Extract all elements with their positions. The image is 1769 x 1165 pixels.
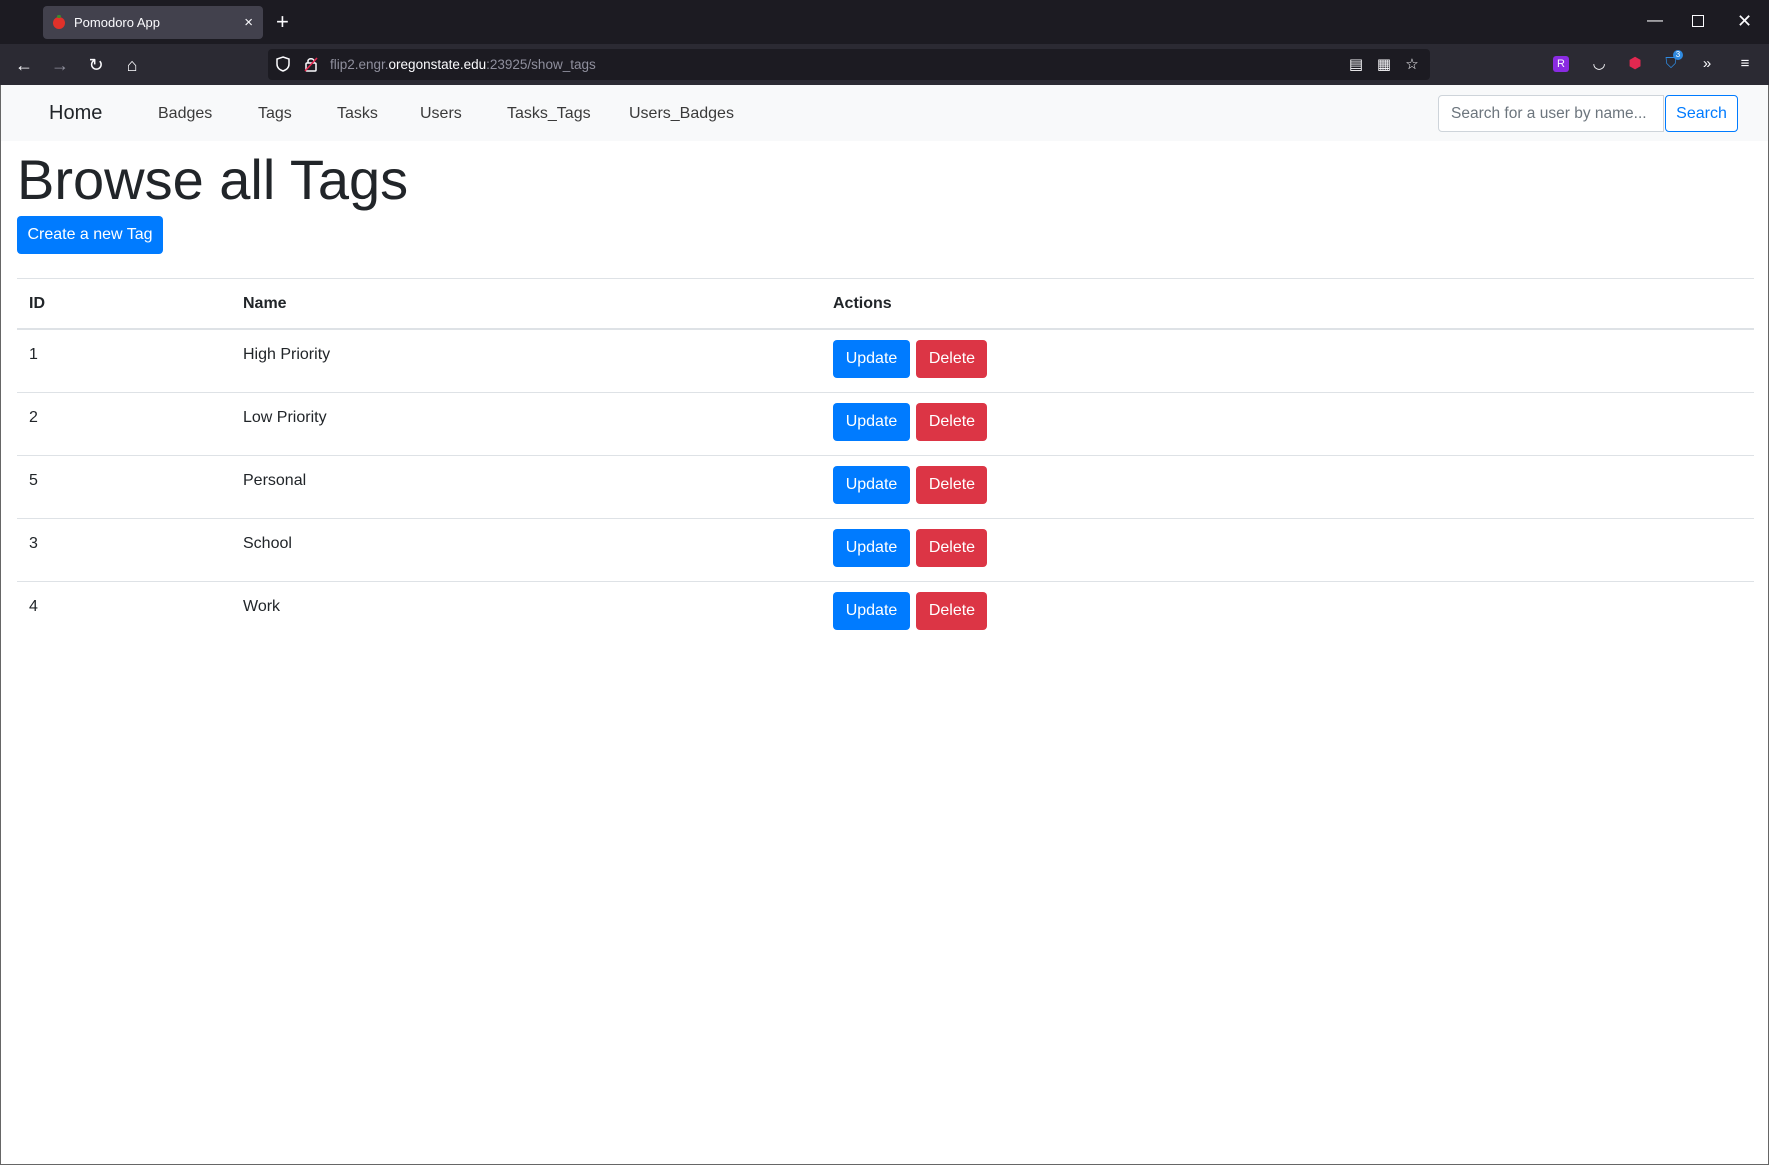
reload-icon[interactable]: ↻	[84, 53, 108, 77]
nav-link-users[interactable]: Users	[420, 105, 462, 123]
nav-link-tasks-tags[interactable]: Tasks_Tags	[507, 105, 591, 123]
nav-link-tasks[interactable]: Tasks	[337, 105, 378, 123]
reader-view-icon[interactable]: ▤	[1347, 56, 1365, 74]
tag-id: 5	[29, 472, 38, 489]
user-search-input[interactable]	[1438, 95, 1664, 132]
column-header-actions: Actions	[821, 278, 1754, 330]
tag-name: Personal	[243, 472, 307, 489]
maximize-window-button[interactable]	[1692, 10, 1704, 34]
nav-link-tags[interactable]: Tags	[258, 105, 292, 123]
extension-r-icon[interactable]: R	[1553, 56, 1569, 72]
tab-close-icon[interactable]: ×	[244, 14, 253, 31]
nav-link-badges[interactable]: Badges	[158, 105, 212, 123]
tag-id: 3	[29, 535, 38, 552]
page-title: Browse all Tags	[17, 148, 409, 211]
column-header-id: ID	[17, 278, 231, 330]
create-tag-button[interactable]: Create a new Tag	[17, 216, 163, 254]
tag-id: 2	[29, 409, 38, 426]
browser-tab[interactable]: Pomodoro App ×	[43, 6, 263, 39]
delete-tag-button[interactable]: Delete	[916, 592, 988, 630]
close-window-button[interactable]: ✕	[1737, 10, 1752, 32]
nav-home-link[interactable]: Home	[49, 102, 102, 125]
table-row: 4 Work Update Delete	[17, 581, 1754, 644]
tag-id: 4	[29, 598, 38, 615]
insecure-lock-icon[interactable]	[304, 56, 318, 72]
new-tab-button[interactable]: +	[276, 8, 289, 36]
delete-tag-button[interactable]: Delete	[916, 466, 988, 504]
home-icon[interactable]: ⌂	[120, 53, 144, 77]
table-row: 3 School Update Delete	[17, 518, 1754, 582]
update-tag-button[interactable]: Update	[833, 340, 910, 378]
bookmark-star-icon[interactable]: ☆	[1403, 56, 1421, 74]
browser-titlebar: Pomodoro App × + — ✕	[0, 0, 1769, 44]
extension-badge-count: 3	[1673, 50, 1683, 60]
column-header-name: Name	[231, 278, 821, 330]
more-tools-chevron-icon[interactable]: »	[1697, 54, 1717, 74]
pocket-icon[interactable]: ◡	[1589, 54, 1609, 74]
update-tag-button[interactable]: Update	[833, 466, 910, 504]
update-tag-button[interactable]: Update	[833, 403, 910, 441]
table-row: 5 Personal Update Delete	[17, 455, 1754, 519]
hamburger-menu-icon[interactable]: ≡	[1735, 54, 1755, 74]
forward-arrow-icon[interactable]: →	[48, 53, 72, 77]
minimize-window-button[interactable]: —	[1647, 10, 1663, 32]
delete-tag-button[interactable]: Delete	[916, 340, 988, 378]
tag-id: 1	[29, 346, 38, 363]
nav-link-users-badges[interactable]: Users_Badges	[629, 105, 734, 123]
table-row: 1 High Priority Update Delete	[17, 328, 1754, 393]
ublock-origin-icon[interactable]: ⬢	[1625, 54, 1645, 74]
back-arrow-icon[interactable]: ←	[12, 53, 36, 77]
site-navbar: Home Badges Tags Tasks Users Tasks_Tags …	[1, 85, 1768, 141]
qr-code-icon[interactable]: ▦	[1375, 56, 1393, 74]
tag-name: High Priority	[243, 346, 331, 363]
update-tag-button[interactable]: Update	[833, 592, 910, 630]
url-text[interactable]: flip2.engr.oregonstate.edu:23925/show_ta…	[330, 57, 596, 72]
tag-name: Low Priority	[243, 409, 327, 426]
tomato-favicon-icon	[53, 14, 65, 29]
table-header-row: ID Name Actions	[17, 278, 1754, 330]
tags-table: ID Name Actions 1 High Priority Update D…	[17, 278, 1754, 644]
tracking-shield-icon[interactable]	[276, 56, 290, 72]
update-tag-button[interactable]: Update	[833, 529, 910, 567]
tag-name: School	[243, 535, 292, 552]
url-bar[interactable]: flip2.engr.oregonstate.edu:23925/show_ta…	[268, 49, 1430, 80]
delete-tag-button[interactable]: Delete	[916, 529, 988, 567]
table-row: 2 Low Priority Update Delete	[17, 392, 1754, 456]
page-viewport: Home Badges Tags Tasks Users Tasks_Tags …	[0, 85, 1769, 1165]
tag-name: Work	[243, 598, 281, 615]
delete-tag-button[interactable]: Delete	[916, 403, 988, 441]
search-button[interactable]: Search	[1665, 95, 1738, 132]
browser-toolbar: ← → ↻ ⌂ flip2.engr.oregonstate.edu:23925…	[0, 44, 1769, 86]
tab-title: Pomodoro App	[74, 15, 161, 30]
